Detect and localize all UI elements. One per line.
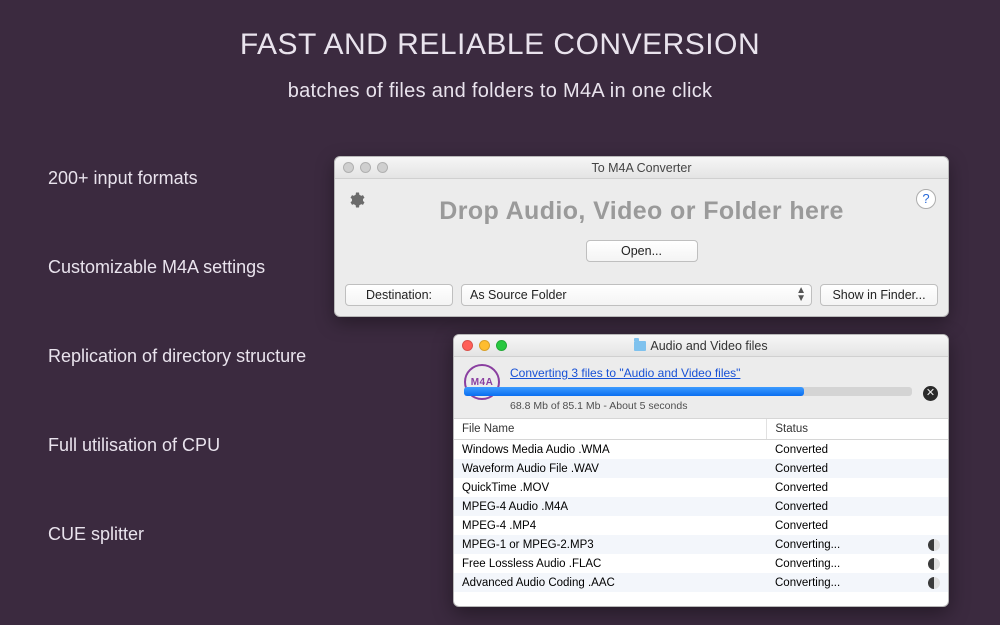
cell-filename: MPEG-4 Audio .M4A — [454, 501, 767, 513]
col-header-filename[interactable]: File Name — [454, 419, 767, 439]
progress-text: 68.8 Mb of 85.1 Mb - About 5 seconds — [510, 400, 938, 412]
zoom-icon[interactable] — [377, 162, 388, 173]
gear-icon[interactable] — [347, 191, 365, 209]
open-button[interactable]: Open... — [586, 240, 698, 262]
folder-icon — [634, 341, 646, 351]
file-table-body: Windows Media Audio .WMAConvertedWavefor… — [454, 440, 948, 592]
table-row[interactable]: QuickTime .MOVConverted — [454, 478, 948, 497]
col-header-status[interactable]: Status — [767, 419, 948, 439]
window-titlebar[interactable]: Audio and Video files — [454, 335, 948, 357]
close-icon[interactable] — [462, 340, 473, 351]
cell-filename: Advanced Audio Coding .AAC — [454, 577, 767, 589]
traffic-lights[interactable] — [343, 162, 388, 173]
cell-filename: QuickTime .MOV — [454, 482, 767, 494]
minimize-icon[interactable] — [479, 340, 490, 351]
cell-status: Converted — [767, 501, 948, 513]
cell-status: Converting... — [767, 539, 948, 551]
cell-status: Converted — [767, 444, 948, 456]
table-header: File Name Status — [454, 419, 948, 440]
feature-item: 200+ input formats — [48, 168, 198, 189]
table-row[interactable]: Advanced Audio Coding .AACConverting... — [454, 573, 948, 592]
busy-indicator-icon — [928, 577, 940, 589]
drop-zone-message[interactable]: Drop Audio, Video or Folder here — [335, 197, 948, 226]
subheadline: batches of files and folders to M4A in o… — [0, 62, 1000, 103]
help-icon[interactable]: ? — [916, 189, 936, 209]
show-in-finder-button[interactable]: Show in Finder... — [820, 284, 938, 306]
window-title: Audio and Video files — [650, 339, 767, 353]
cell-filename: MPEG-4 .MP4 — [454, 520, 767, 532]
cell-status: Converting... — [767, 577, 948, 589]
cell-filename: Free Lossless Audio .FLAC — [454, 558, 767, 570]
destination-select[interactable]: As Source Folder ▲▼ — [461, 284, 812, 306]
window-titlebar[interactable]: To M4A Converter — [335, 157, 948, 179]
busy-indicator-icon — [928, 539, 940, 551]
busy-indicator-icon — [928, 558, 940, 570]
feature-item: Full utilisation of CPU — [48, 435, 220, 456]
table-row[interactable]: Windows Media Audio .WMAConverted — [454, 440, 948, 459]
cell-filename: Waveform Audio File .WAV — [454, 463, 767, 475]
table-row[interactable]: MPEG-1 or MPEG-2.MP3Converting... — [454, 535, 948, 554]
converter-window: To M4A Converter ? Drop Audio, Video or … — [334, 156, 949, 317]
table-row[interactable]: Waveform Audio File .WAVConverted — [454, 459, 948, 478]
progress-bar — [464, 387, 912, 396]
chevron-updown-icon: ▲▼ — [796, 287, 803, 303]
table-row[interactable]: Free Lossless Audio .FLACConverting... — [454, 554, 948, 573]
converting-status-link[interactable]: Converting 3 files to "Audio and Video f… — [510, 366, 740, 380]
progress-fill — [464, 387, 804, 396]
cell-status: Converted — [767, 520, 948, 532]
feature-item: Customizable M4A settings — [48, 257, 265, 278]
cancel-icon[interactable]: ✕ — [923, 386, 938, 401]
minimize-icon[interactable] — [360, 162, 371, 173]
destination-button[interactable]: Destination: — [345, 284, 453, 306]
cell-filename: Windows Media Audio .WMA — [454, 444, 767, 456]
zoom-icon[interactable] — [496, 340, 507, 351]
destination-value: As Source Folder — [470, 285, 567, 305]
progress-panel: M4A Converting 3 files to "Audio and Vid… — [454, 357, 948, 419]
traffic-lights[interactable] — [462, 340, 507, 351]
cell-status: Converted — [767, 482, 948, 494]
window-title: To M4A Converter — [591, 161, 691, 175]
cell-status: Converted — [767, 463, 948, 475]
progress-window: Audio and Video files M4A Converting 3 f… — [453, 334, 949, 607]
table-row[interactable]: MPEG-4 .MP4Converted — [454, 516, 948, 535]
cell-filename: MPEG-1 or MPEG-2.MP3 — [454, 539, 767, 551]
headline: FAST AND RELIABLE CONVERSION — [0, 0, 1000, 62]
feature-item: CUE splitter — [48, 524, 144, 545]
cell-status: Converting... — [767, 558, 948, 570]
table-row[interactable]: MPEG-4 Audio .M4AConverted — [454, 497, 948, 516]
close-icon[interactable] — [343, 162, 354, 173]
feature-item: Replication of directory structure — [48, 346, 306, 367]
